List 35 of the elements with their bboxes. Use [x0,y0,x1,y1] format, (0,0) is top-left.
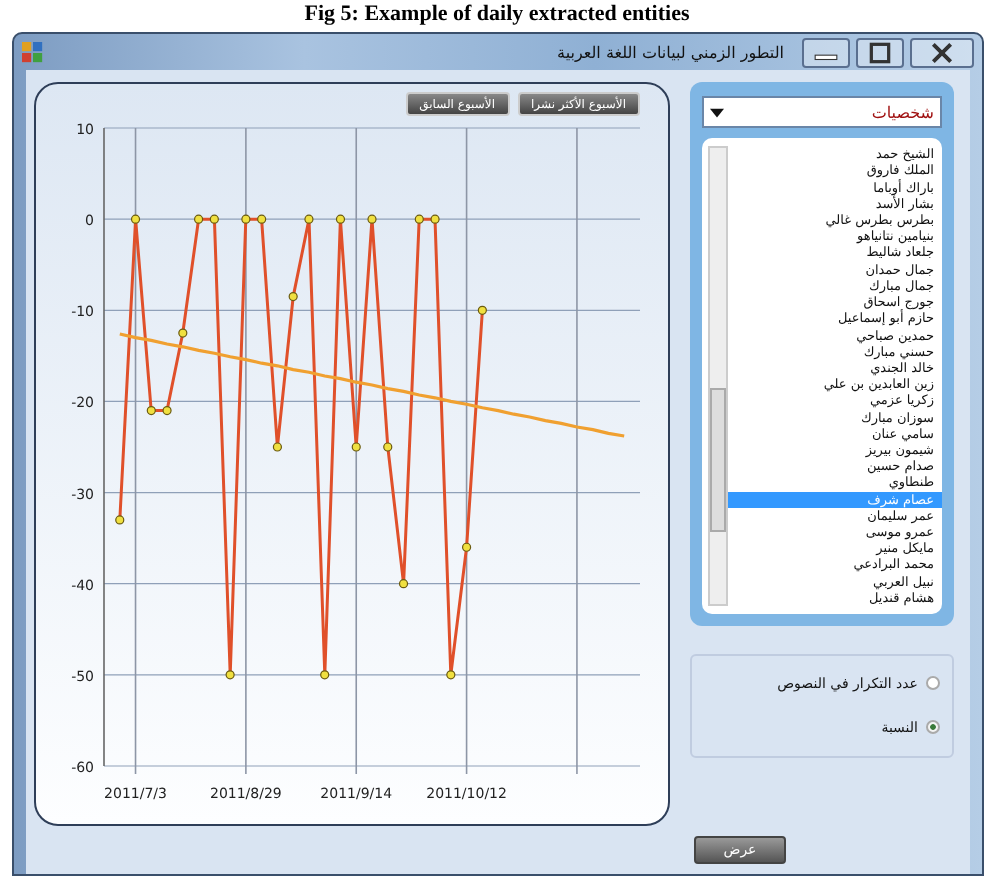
radio-button[interactable] [926,720,940,735]
radio-button[interactable] [926,676,940,691]
data-point [367,215,377,225]
data-point [209,215,219,225]
data-point [288,292,298,302]
close-icon[interactable] [910,37,974,68]
app-icon [22,41,44,64]
data-point [241,215,251,225]
scrollbar[interactable] [708,146,728,606]
data-point [477,306,487,316]
maximize-icon[interactable] [856,37,904,68]
data-point [194,215,204,225]
window-title: التطور الزمني لبيانات اللغة العربية [557,43,784,62]
data-point [272,442,282,453]
data-point [257,215,267,225]
data-point [225,670,235,680]
data-point [130,215,141,225]
data-point [398,579,409,589]
caret-icon [710,107,724,118]
data-point [446,670,456,680]
data-point [115,515,125,526]
figure-caption: Fig 5: Example of daily extracted entities [302,0,692,28]
data-point [320,670,330,680]
data-point [383,442,393,453]
data-point [430,215,440,225]
data-point [162,406,172,416]
data-point [414,215,424,225]
data-point [351,442,361,453]
data-point [462,543,472,553]
category-dropdown[interactable]: شخصيات [702,96,942,129]
data-point [146,406,156,416]
minimize-icon[interactable] [802,37,850,68]
data-point [335,215,346,225]
data-point [178,329,188,339]
data-point [304,215,314,225]
